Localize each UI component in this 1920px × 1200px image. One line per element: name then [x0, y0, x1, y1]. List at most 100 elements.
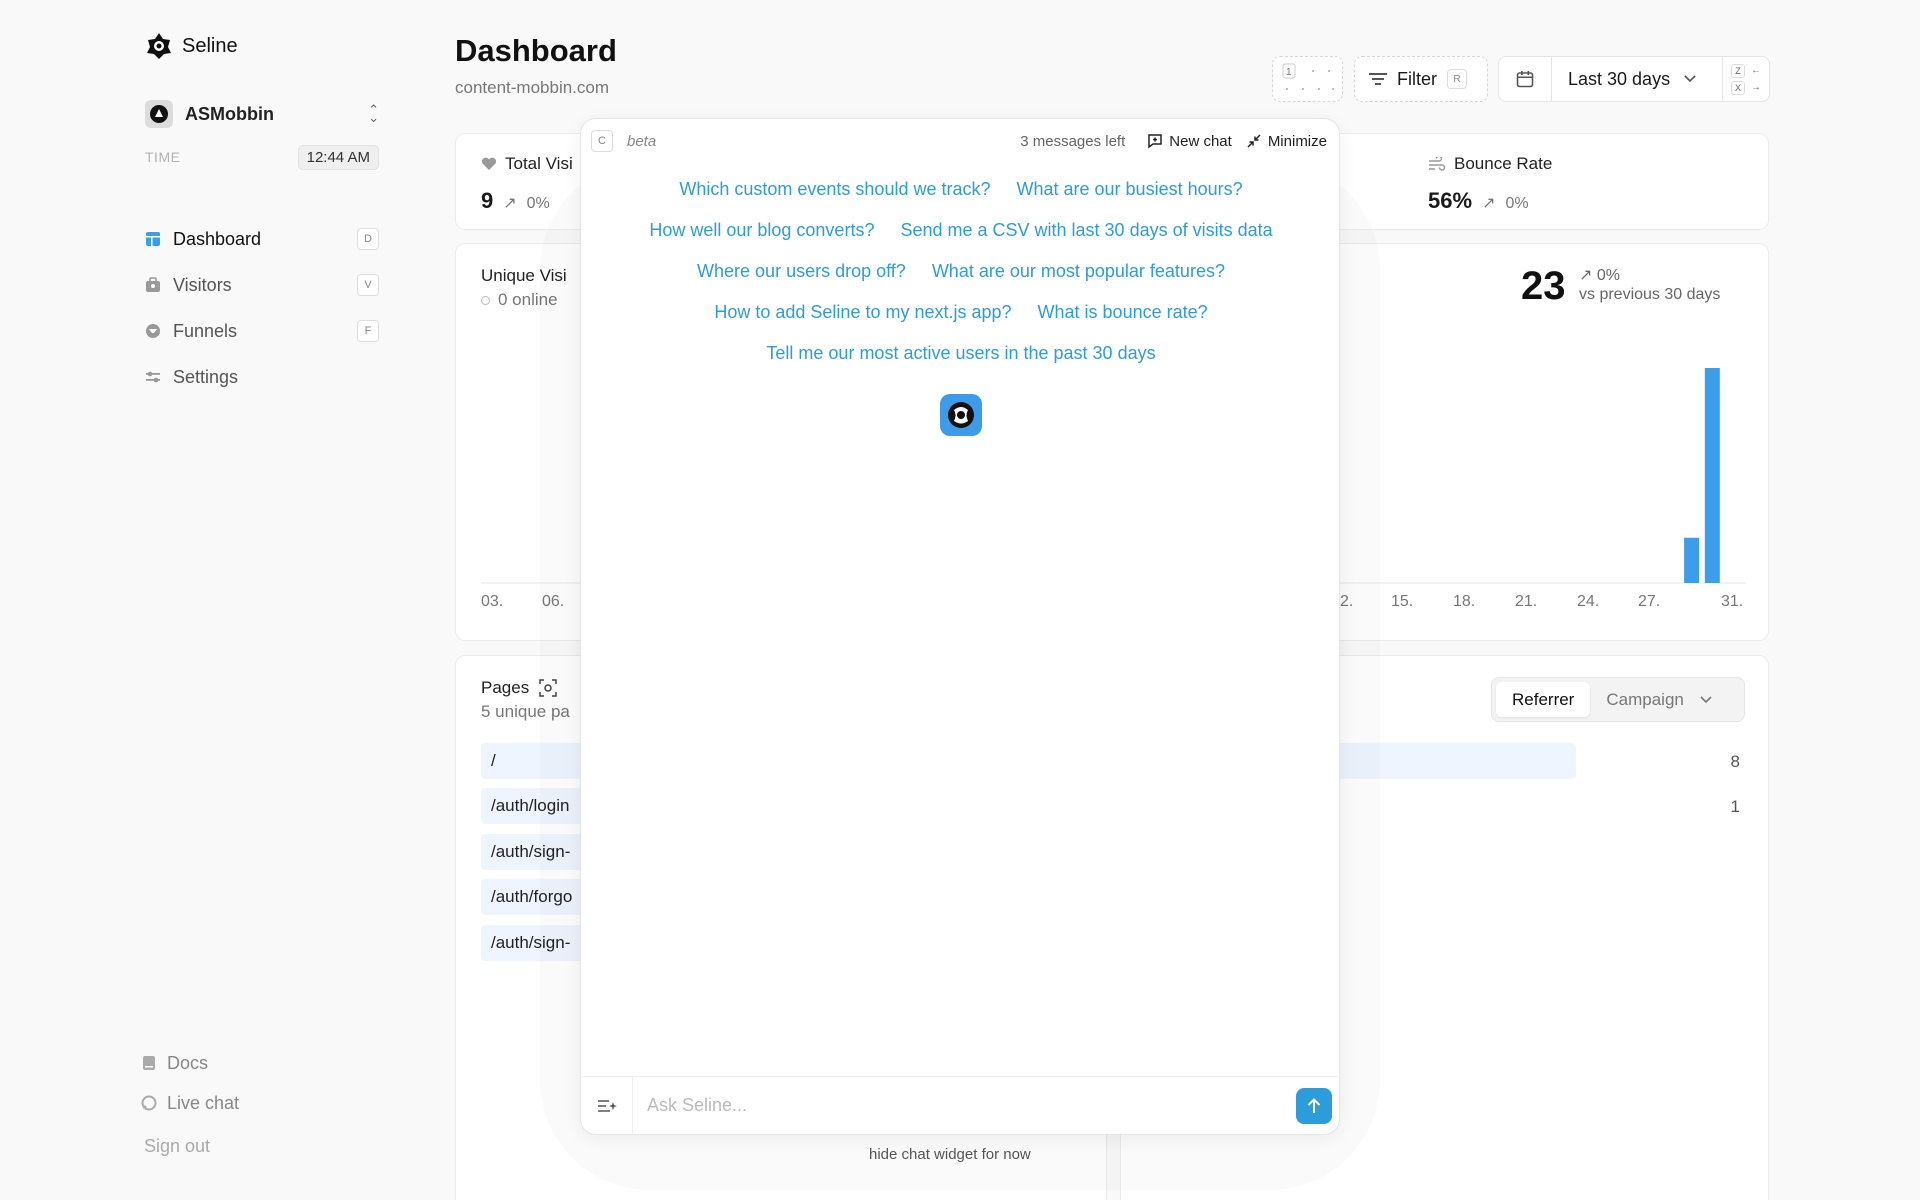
docs-link[interactable]: Docs: [141, 1043, 239, 1083]
chat-widget: C beta 3 messages left New chat Minimize…: [580, 118, 1341, 1135]
seline-assistant-avatar: [940, 394, 982, 436]
page-path: /: [491, 751, 496, 770]
chevron-down-icon: [1684, 75, 1696, 83]
time-value: 12:44 AM: [297, 144, 379, 170]
chat-options-button[interactable]: [581, 1076, 633, 1135]
beta-label: beta: [627, 132, 657, 150]
trend-up-icon: ↗: [1482, 195, 1496, 212]
chart-bar[interactable]: [1704, 368, 1720, 583]
grid-key-label: 1: [1286, 67, 1292, 78]
trend-up-icon: ↗: [503, 195, 517, 212]
new-chat-label: New chat: [1169, 132, 1232, 150]
suggestion-chip[interactable]: Tell me our most active users in the pas…: [766, 343, 1155, 384]
suggestion-chip[interactable]: Which custom events should we track?: [679, 179, 990, 220]
suggestion-chip[interactable]: Where our users drop off?: [697, 261, 906, 302]
seline-logo-icon: [147, 33, 171, 59]
org-name: ASMobbin: [185, 103, 274, 124]
bounce-rate-value: 56%: [1428, 188, 1473, 213]
chevron-up-down-icon: ⌃ ⌄: [368, 102, 379, 125]
chevron-down-icon: [1700, 695, 1712, 703]
suggestion-chip[interactable]: What are our busiest hours?: [1017, 179, 1243, 220]
referrer-count: 1: [1730, 797, 1740, 816]
date-range-label: Last 30 days: [1568, 68, 1671, 89]
x-tick-label: 15.: [1391, 593, 1413, 610]
sidebar-bottom-links: Docs Live chat: [141, 1043, 239, 1123]
x-tick-label: 31.: [1721, 593, 1743, 610]
chat-header: C beta 3 messages left New chat Minimize: [591, 129, 1327, 153]
sign-out-link[interactable]: Sign out: [144, 1136, 210, 1157]
suggestion-chip[interactable]: What is bounce rate?: [1038, 302, 1208, 343]
arrow-right-icon: →: [1751, 82, 1761, 93]
book-icon: [143, 1056, 155, 1070]
suggestion-chip[interactable]: How well our blog converts?: [649, 220, 874, 261]
dashboard-icon: [146, 232, 160, 246]
sidebar-item-funnels[interactable]: Funnels F: [145, 308, 379, 354]
suggestion-chip[interactable]: Send me a CSV with last 30 days of visit…: [900, 220, 1272, 261]
time-label: TIME: [145, 149, 181, 165]
sidebar-item-label: Visitors: [173, 274, 232, 295]
suggestion-row: Which custom events should we track? Wha…: [581, 179, 1341, 220]
org-avatar: [145, 100, 173, 128]
chat-input[interactable]: [633, 1095, 1296, 1116]
pages-title: Pages: [481, 678, 530, 697]
suggestion-row: Tell me our most active users in the pas…: [581, 343, 1341, 384]
calendar-button[interactable]: [1498, 56, 1552, 102]
sparkle-sliders-icon: [597, 1099, 617, 1112]
total-visits-label-wrap: Total Visi: [481, 154, 573, 174]
sidebar-item-label: Funnels: [173, 320, 238, 341]
send-button[interactable]: [1296, 1087, 1332, 1124]
total-visits-change: 0%: [526, 195, 550, 212]
sidebar-item-visitors[interactable]: Visitors V: [145, 262, 379, 308]
suggestion-row: How well our blog converts? Send me a CS…: [581, 220, 1341, 261]
sidebar-item-dashboard[interactable]: Dashboard D: [145, 216, 379, 262]
tab-referrer[interactable]: Referrer: [1496, 682, 1591, 717]
suggestion-chip[interactable]: What are our most popular features?: [932, 261, 1225, 302]
shortcut-key: Z: [1731, 63, 1745, 78]
bounce-rate-label-wrap: Bounce Rate: [1428, 154, 1552, 174]
x-tick-label: 21.: [1515, 593, 1537, 610]
zoom-controls[interactable]: Z ← X →: [1722, 56, 1770, 102]
grid-dots-icon: 1: [1282, 63, 1334, 90]
minimize-button[interactable]: Minimize: [1246, 133, 1327, 150]
total-visits-label: Total Visi: [505, 154, 573, 173]
suggestion-chip[interactable]: How to add Seline to my next.js app?: [714, 302, 1011, 343]
time-row: TIME 12:44 AM: [145, 144, 379, 170]
referrer-tabs: Referrer Campaign: [1491, 677, 1745, 722]
shortcut-key: C: [591, 130, 613, 152]
date-range-select[interactable]: Last 30 days: [1551, 56, 1723, 102]
seline-logo[interactable]: Seline: [144, 31, 238, 61]
minimize-label: Minimize: [1267, 132, 1327, 150]
sidebar-item-settings[interactable]: Settings: [145, 354, 379, 400]
site-domain: content-mobbin.com: [455, 78, 610, 97]
live-chat-link[interactable]: Live chat: [141, 1083, 239, 1123]
arrow-up-icon: [1307, 1097, 1321, 1113]
heart-icon: [481, 157, 497, 170]
funnels-icon: [146, 324, 160, 338]
total-visits-value-wrap: 9 ↗ 0%: [481, 188, 550, 214]
new-chat-button[interactable]: New chat: [1147, 133, 1232, 150]
tab-campaign[interactable]: Campaign: [1590, 682, 1728, 717]
bounce-rate-value-wrap: 56% ↗ 0%: [1428, 188, 1529, 214]
sidebar-nav: Dashboard D Visitors V Funnels F Setting…: [145, 216, 379, 400]
sidebar-item-label: Dashboard: [173, 228, 262, 249]
x-tick-label: 18.: [1453, 593, 1475, 610]
zoom-out-row[interactable]: X →: [1731, 80, 1761, 95]
chat-bubble-icon: [141, 1095, 157, 1111]
shortcut-key: R: [1447, 69, 1467, 89]
filter-button[interactable]: Filter R: [1354, 56, 1488, 102]
new-chat-icon: [1148, 134, 1163, 149]
x-tick-label: 27.: [1638, 593, 1660, 610]
docs-label: Docs: [167, 1052, 209, 1073]
settings-sliders-icon: [146, 371, 160, 383]
zoom-in-row[interactable]: Z ←: [1731, 63, 1761, 78]
chart-bar[interactable]: [1684, 537, 1700, 583]
shortcut-key: F: [357, 320, 379, 342]
org-switcher[interactable]: ASMobbin ⌃ ⌄: [145, 100, 379, 128]
messages-left: 3 messages left: [1020, 132, 1126, 150]
shortcut-key: D: [357, 228, 379, 250]
logo-text: Seline: [182, 34, 238, 57]
drag-grid-button[interactable]: 1: [1272, 56, 1343, 102]
x-tick-label: 24.: [1577, 593, 1599, 610]
hide-chat-widget-link[interactable]: hide chat widget for now: [869, 1146, 1031, 1163]
calendar-icon: [1516, 71, 1534, 88]
